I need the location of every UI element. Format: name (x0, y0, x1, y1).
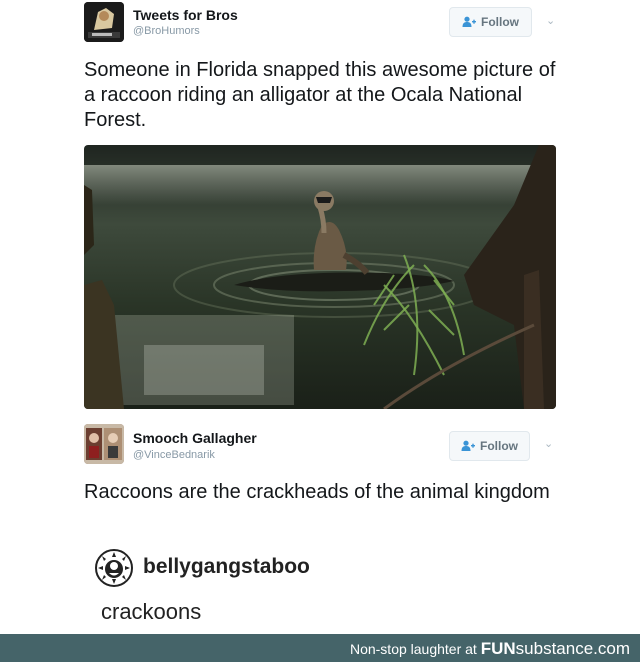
tweet-text: Raccoons are the crackheads of the anima… (84, 481, 550, 503)
tumblr-username[interactable]: bellygangstaboo (143, 555, 310, 579)
add-user-icon (462, 16, 476, 28)
tumblr-post-text: crackoons (101, 599, 202, 624)
watermark-bar: Non-stop laughter at FUNsubstance.com (0, 634, 640, 662)
avatar[interactable] (84, 424, 124, 464)
avatar[interactable] (95, 549, 133, 587)
chevron-down-icon[interactable]: ⌄ (544, 437, 553, 450)
watermark-tagline: Non-stop laughter at (349, 641, 481, 657)
tweet-text: Someone in Florida snapped this awesome … (84, 59, 556, 131)
display-name[interactable]: Tweets for Bros (133, 7, 238, 23)
tweet-card-1: Tweets for Bros @BroHumors Follow ⌄ Some… (0, 0, 640, 420)
watermark-text[interactable]: Non-stop laughter at FUNsubstance.com (350, 639, 630, 659)
user-handle[interactable]: @BroHumors (133, 25, 200, 37)
chevron-down-icon[interactable]: ⌄ (546, 14, 555, 27)
follow-button[interactable]: Follow (449, 7, 532, 37)
follow-label: Follow (481, 15, 519, 29)
avatar[interactable] (84, 2, 124, 42)
brand-logo-suffix: .com (593, 639, 630, 658)
raccoon-alligator-photo[interactable] (84, 145, 556, 409)
follow-label: Follow (480, 439, 518, 453)
follow-button[interactable]: Follow (449, 431, 530, 461)
display-name[interactable]: Smooch Gallagher (133, 430, 257, 446)
brand-logo-fun: FUN (480, 639, 516, 658)
add-user-icon (461, 440, 475, 452)
user-handle[interactable]: @VinceBednarik (133, 449, 215, 461)
brand-logo-substance: substance (515, 639, 594, 658)
